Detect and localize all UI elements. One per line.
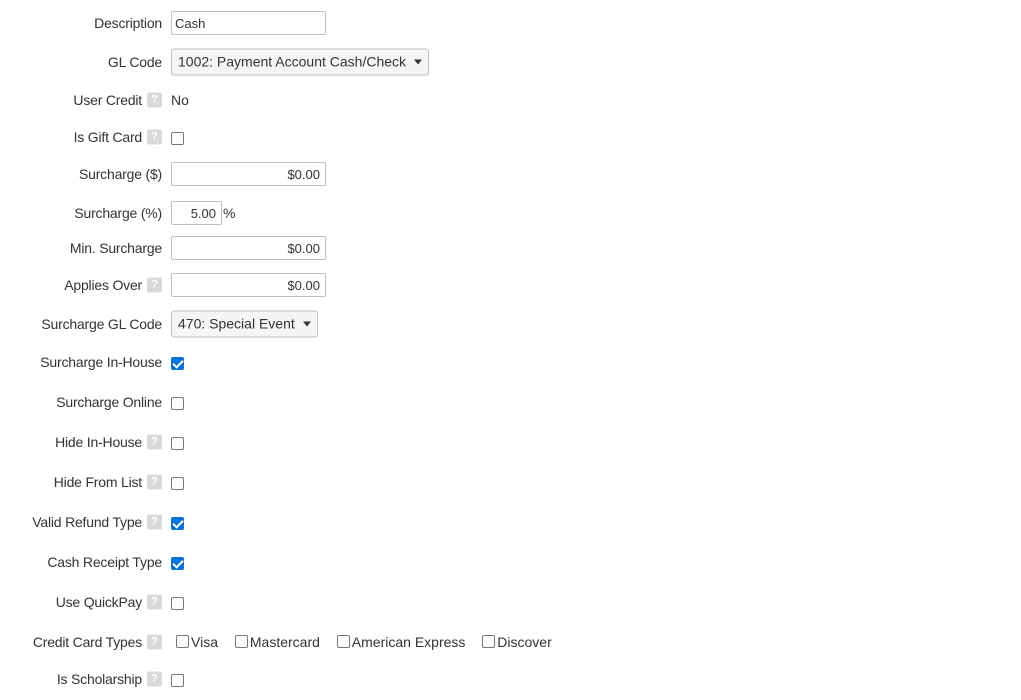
- row-use-quickpay: Use QuickPay ?: [0, 588, 1021, 616]
- help-icon[interactable]: ?: [147, 434, 162, 450]
- is-scholarship-control: [171, 671, 184, 689]
- row-valid-refund-type: Valid Refund Type ?: [0, 508, 1021, 536]
- use-quickpay-checkbox[interactable]: [171, 596, 184, 610]
- help-icon[interactable]: ?: [147, 671, 162, 687]
- credit-card-option-discover[interactable]: Discover: [482, 634, 552, 650]
- gl-code-select[interactable]: 1002: Payment Account Cash/Check: [171, 48, 430, 76]
- row-description: Description: [0, 9, 1021, 37]
- is-gift-card-checkbox[interactable]: [171, 131, 184, 145]
- discover-checkbox[interactable]: [482, 635, 496, 648]
- help-icon[interactable]: ?: [147, 92, 162, 108]
- valid-refund-type-control: [171, 514, 184, 532]
- hide-in-house-label: Hide In-House: [55, 434, 142, 450]
- applies-over-input[interactable]: [171, 273, 326, 297]
- credit-card-option-mastercard[interactable]: Mastercard: [234, 634, 320, 650]
- discover-label: Discover: [497, 634, 552, 650]
- description-input[interactable]: [171, 11, 326, 35]
- gl-code-label: GL Code: [107, 54, 162, 70]
- credit-card-types-label: Credit Card Types: [32, 634, 142, 650]
- surcharge-in-house-checkbox[interactable]: [171, 356, 184, 370]
- cash-receipt-type-label: Cash Receipt Type: [47, 554, 162, 570]
- hide-in-house-checkbox[interactable]: [171, 436, 184, 450]
- mastercard-label: Mastercard: [249, 634, 320, 650]
- user-credit-label: User Credit: [73, 92, 142, 108]
- help-icon[interactable]: ?: [147, 514, 162, 530]
- hide-from-list-label: Hide From List: [53, 474, 142, 490]
- row-is-gift-card: Is Gift Card ?: [0, 123, 1021, 151]
- american-express-checkbox[interactable]: [336, 635, 350, 648]
- cash-receipt-type-checkbox[interactable]: [171, 556, 184, 570]
- surcharge-in-house-control: [171, 354, 184, 372]
- row-credit-card-types: Credit Card Types ? Visa Mastercard Amer…: [0, 628, 1021, 656]
- user-credit-value: No: [171, 92, 189, 108]
- help-icon[interactable]: ?: [147, 277, 162, 293]
- row-hide-from-list: Hide From List ?: [0, 468, 1021, 496]
- credit-card-types-group: Visa Mastercard American Express Discove…: [176, 634, 565, 650]
- chevron-down-icon: [302, 321, 311, 327]
- is-gift-card-label: Is Gift Card: [73, 129, 143, 145]
- surcharge-gl-code-selected-value: 470: Special Event: [178, 315, 295, 332]
- row-surcharge-percent: Surcharge (%) %: [0, 199, 1021, 227]
- valid-refund-type-checkbox[interactable]: [171, 516, 184, 530]
- payment-type-form: Description GL Code 1002: Payment Accoun…: [0, 0, 1021, 700]
- surcharge-online-checkbox[interactable]: [171, 396, 184, 410]
- row-is-scholarship: Is Scholarship ?: [0, 665, 1021, 693]
- min-surcharge-label: Min. Surcharge: [69, 240, 162, 256]
- help-icon[interactable]: ?: [147, 129, 162, 145]
- chevron-down-icon: [414, 59, 423, 65]
- surcharge-percent-label: Surcharge (%): [74, 205, 162, 221]
- applies-over-label: Applies Over: [64, 277, 142, 293]
- surcharge-in-house-label: Surcharge In-House: [40, 354, 162, 370]
- credit-card-option-american-express[interactable]: American Express: [336, 634, 466, 650]
- description-label: Description: [94, 15, 162, 31]
- is-scholarship-label: Is Scholarship: [56, 671, 142, 687]
- credit-card-option-visa[interactable]: Visa: [176, 634, 218, 650]
- surcharge-dollar-label: Surcharge ($): [79, 166, 162, 182]
- row-surcharge-dollar: Surcharge ($): [0, 160, 1021, 188]
- surcharge-gl-code-select[interactable]: 470: Special Event: [171, 310, 318, 338]
- row-applies-over: Applies Over ?: [0, 271, 1021, 299]
- help-icon[interactable]: ?: [147, 594, 162, 610]
- min-surcharge-input[interactable]: [171, 236, 326, 260]
- row-surcharge-gl-code: Surcharge GL Code 470: Special Event: [0, 310, 1021, 338]
- is-scholarship-checkbox[interactable]: [171, 673, 184, 687]
- visa-checkbox[interactable]: [176, 635, 189, 648]
- gl-code-selected-value: 1002: Payment Account Cash/Check: [178, 53, 407, 70]
- surcharge-percent-input[interactable]: [171, 201, 222, 225]
- row-min-surcharge: Min. Surcharge: [0, 234, 1021, 262]
- row-surcharge-in-house: Surcharge In-House: [0, 348, 1021, 376]
- help-icon[interactable]: ?: [147, 474, 162, 490]
- cash-receipt-type-control: [171, 554, 184, 572]
- american-express-label: American Express: [351, 634, 466, 650]
- row-hide-in-house: Hide In-House ?: [0, 428, 1021, 456]
- mastercard-checkbox[interactable]: [234, 635, 248, 648]
- row-surcharge-online: Surcharge Online: [0, 388, 1021, 416]
- help-icon[interactable]: ?: [147, 634, 162, 650]
- percent-suffix: %: [223, 205, 236, 221]
- surcharge-online-label: Surcharge Online: [56, 394, 162, 410]
- surcharge-percent-control: %: [171, 201, 235, 225]
- hide-from-list-checkbox[interactable]: [171, 476, 184, 490]
- is-gift-card-control: [171, 129, 184, 147]
- hide-in-house-control: [171, 434, 184, 452]
- visa-label: Visa: [191, 634, 218, 650]
- surcharge-online-control: [171, 394, 184, 412]
- use-quickpay-control: [171, 594, 184, 612]
- valid-refund-type-label: Valid Refund Type: [32, 514, 142, 530]
- use-quickpay-label: Use QuickPay: [55, 594, 142, 610]
- surcharge-gl-code-label: Surcharge GL Code: [41, 316, 162, 332]
- hide-from-list-control: [171, 474, 184, 492]
- row-gl-code: GL Code 1002: Payment Account Cash/Check: [0, 48, 1021, 76]
- row-user-credit: User Credit ? No: [0, 86, 1021, 114]
- surcharge-dollar-input[interactable]: [171, 162, 326, 186]
- row-cash-receipt-type: Cash Receipt Type: [0, 548, 1021, 576]
